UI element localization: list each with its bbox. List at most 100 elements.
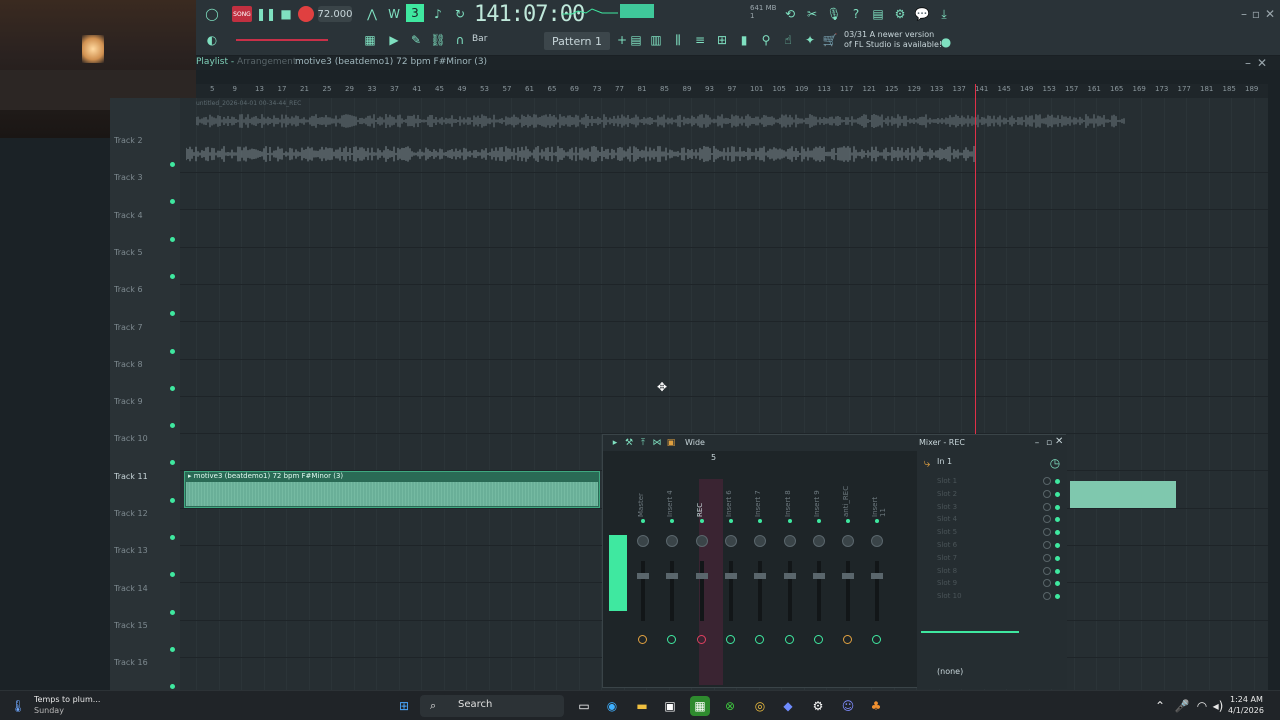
track-name[interactable]: Track 13 [114, 546, 148, 555]
mixer-channel[interactable]: Insert 6 [719, 483, 743, 683]
mixer-close-icon[interactable]: ✕ [1055, 436, 1063, 447]
slot-mix-knob[interactable] [1043, 489, 1051, 498]
channel-enable-led[interactable] [641, 519, 645, 523]
track-mute-led[interactable] [170, 460, 175, 466]
pan-knob[interactable] [812, 535, 825, 547]
output-select[interactable]: (none) [937, 667, 963, 676]
pan-knob[interactable] [754, 535, 767, 547]
track-mute-led[interactable] [170, 497, 175, 503]
download-icon[interactable]: ⤓ [936, 6, 952, 22]
track-mute-led[interactable] [170, 684, 175, 690]
export-icon[interactable]: ▮ [736, 32, 752, 48]
track-2-waveform[interactable] [186, 146, 976, 162]
slot-mix-knob[interactable] [1043, 553, 1051, 562]
microphone-icon[interactable]: 🎙 [826, 6, 842, 22]
mixer-channel[interactable]: REC [690, 483, 714, 683]
eq-curve[interactable] [921, 631, 1019, 633]
track-name[interactable]: Track 4 [114, 211, 143, 220]
search-box[interactable]: ⌕ Search [420, 695, 564, 717]
track-mute-led[interactable] [170, 646, 175, 652]
track-name[interactable]: Track 10 [114, 434, 148, 443]
news-panel[interactable]: 03/31 A newer version of FL Studio is av… [844, 30, 944, 50]
slot-enable-led[interactable] [1055, 530, 1060, 536]
mixer-folder-icon[interactable]: ▣ [663, 435, 679, 451]
game-app-icon[interactable]: ◆ [778, 696, 798, 716]
route-knob[interactable] [872, 635, 882, 644]
file-explorer-icon[interactable]: ▬ [632, 696, 652, 716]
tempo-display[interactable]: 72.000 [318, 6, 353, 22]
fader-cap[interactable] [724, 573, 737, 579]
track-mute-led[interactable] [170, 199, 175, 205]
slot-mix-knob[interactable] [1043, 541, 1051, 549]
pan-knob[interactable] [842, 535, 855, 547]
weather-title[interactable]: Temps to plum... [34, 695, 100, 704]
weather-icon[interactable]: 🌡 [10, 698, 26, 714]
track-mute-led[interactable] [170, 385, 175, 391]
chrome-icon[interactable]: ◎ [750, 696, 770, 716]
track-mute-led[interactable] [170, 348, 175, 354]
channel-enable-led[interactable] [670, 519, 675, 523]
midi-icon[interactable]: ⚲ [758, 32, 774, 48]
record-button[interactable] [298, 6, 314, 22]
track-mute-led[interactable] [170, 162, 175, 167]
clock-time[interactable]: 1:24 AM [1230, 695, 1263, 704]
xbox-icon[interactable]: ⊗ [720, 696, 740, 716]
mixer-channel[interactable]: Master [631, 483, 655, 683]
route-knob[interactable] [843, 635, 853, 644]
wait-icon[interactable]: W [386, 6, 402, 22]
slot-mix-knob[interactable] [1043, 592, 1051, 601]
slot-mix-knob[interactable] [1043, 528, 1051, 537]
mixer-channel[interactable]: Insert 8 [778, 483, 802, 683]
channel-enable-led[interactable] [846, 519, 851, 523]
volume-fader[interactable] [875, 561, 880, 621]
channel-enable-led[interactable] [787, 519, 792, 523]
pattern-select[interactable]: Pattern 1 [544, 32, 610, 50]
master-volume-icon[interactable]: ◐ [204, 32, 220, 48]
fader-cap[interactable] [812, 573, 825, 579]
pan-knob[interactable] [783, 535, 796, 547]
slot-enable-led[interactable] [1055, 568, 1060, 574]
mixer-channel[interactable]: Insert 4 [660, 483, 684, 683]
store-icon[interactable]: ▣ [660, 696, 680, 716]
playlist-icon[interactable]: ▤ [628, 32, 644, 48]
mixer-icon[interactable]: ⫼ [670, 32, 686, 48]
slot-enable-led[interactable] [1055, 594, 1060, 600]
fader-cap[interactable] [637, 573, 649, 579]
mixer-channel[interactable]: Insert 7 [748, 483, 772, 683]
track-mute-led[interactable] [170, 572, 175, 578]
playhead[interactable] [975, 84, 976, 434]
step-edit-icon[interactable]: ♪ [430, 6, 446, 22]
link-icon[interactable]: ⛓ [430, 32, 446, 48]
pan-knob[interactable] [871, 535, 884, 547]
volume-fader[interactable] [641, 561, 645, 621]
touch-icon[interactable]: ☝ [780, 32, 796, 48]
effect-slot[interactable]: Slot 6 [937, 541, 957, 549]
effect-slot[interactable]: Slot 2 [937, 490, 957, 498]
fader-cap[interactable] [783, 573, 796, 579]
track-mute-led[interactable] [170, 535, 175, 540]
slot-mix-knob[interactable] [1043, 502, 1051, 511]
plugin-icon[interactable]: ⚙ [892, 6, 908, 22]
track-name[interactable]: Track 16 [114, 658, 148, 667]
track-name[interactable]: Track 5 [114, 248, 143, 257]
settings-icon[interactable]: ⚙ [808, 696, 828, 716]
save-icon[interactable]: ▤ [870, 6, 886, 22]
route-knob[interactable] [813, 635, 823, 644]
slot-enable-led[interactable] [1055, 479, 1060, 484]
mixer-channel[interactable]: anti_REC [836, 483, 860, 683]
latency-icon[interactable]: ◷ [1047, 455, 1063, 471]
mic-tray-icon[interactable]: 🎤 [1174, 698, 1190, 714]
clock-date[interactable]: 4/1/2026 [1228, 706, 1264, 715]
effect-slot[interactable]: Slot 7 [937, 554, 957, 562]
wifi-icon[interactable]: ◠ [1194, 698, 1210, 714]
channel-enable-led[interactable] [875, 519, 880, 523]
track-mute-led[interactable] [170, 311, 175, 317]
metronome-icon[interactable]: ⋀ [364, 6, 380, 22]
pan-knob[interactable] [724, 535, 737, 547]
slot-enable-led[interactable] [1055, 555, 1060, 561]
fl-studio-taskbar-icon[interactable]: ♣ [866, 696, 886, 716]
volume-fader[interactable] [699, 561, 704, 621]
route-knob[interactable] [725, 635, 735, 644]
track-name[interactable]: Track 2 [114, 136, 143, 145]
track-mute-led[interactable] [170, 609, 175, 615]
